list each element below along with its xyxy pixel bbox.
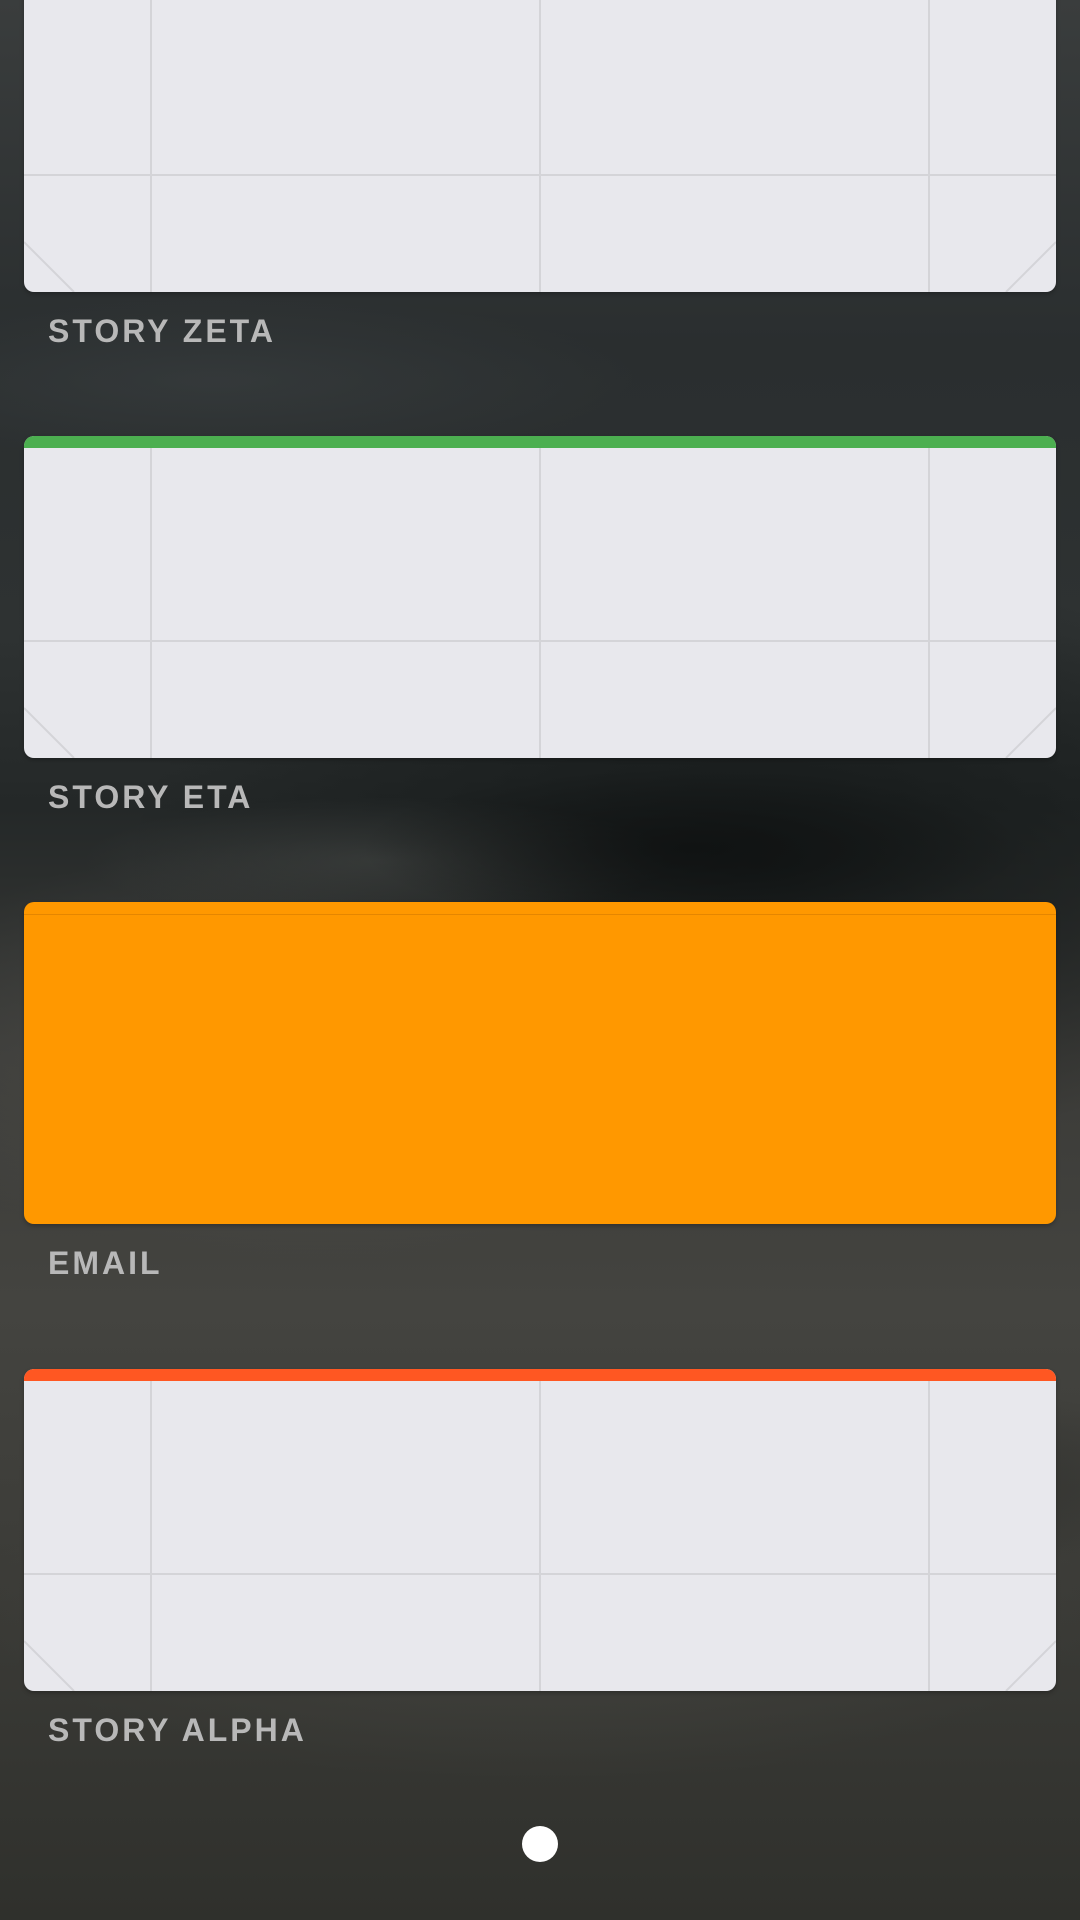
- story-alpha-widget[interactable]: [24, 1369, 1056, 1691]
- email-label: EMAIL: [48, 1245, 163, 1281]
- page-indicator-dot[interactable]: [522, 1826, 558, 1862]
- widget-placeholder-grid: [24, 1381, 1056, 1691]
- widget-placeholder-grid: [24, 0, 1056, 292]
- widget-accent-bar: [24, 902, 1056, 915]
- widget-placeholder-grid: [24, 448, 1056, 758]
- story-eta-label: STORY ETA: [48, 779, 254, 815]
- story-eta-widget[interactable]: [24, 436, 1056, 758]
- story-alpha-label: STORY ALPHA: [48, 1712, 307, 1748]
- email-widget[interactable]: [24, 902, 1056, 1224]
- story-zeta-widget[interactable]: [24, 0, 1056, 292]
- wallpaper-trees: [220, 740, 1080, 920]
- story-zeta-label: STORY ZETA: [48, 313, 276, 349]
